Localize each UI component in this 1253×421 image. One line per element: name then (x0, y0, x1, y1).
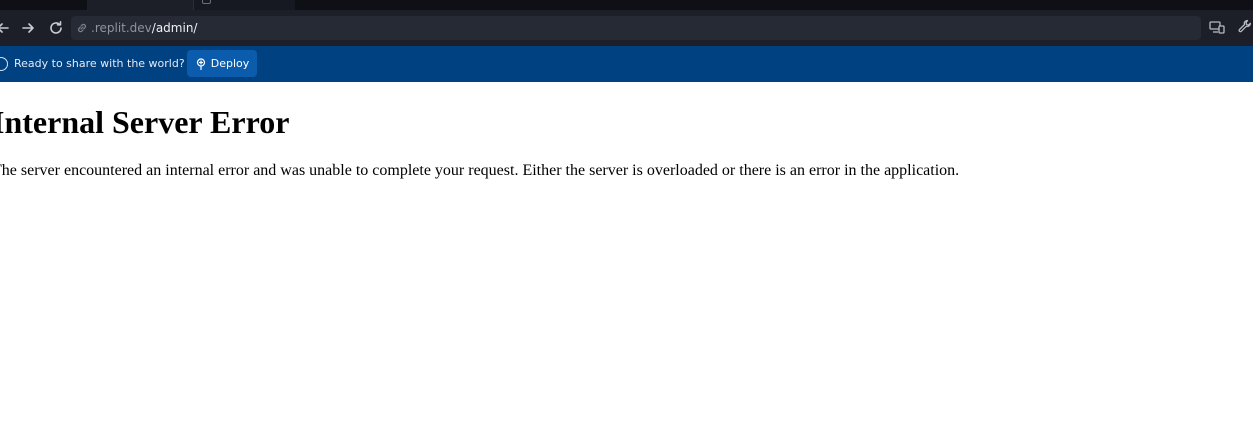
devices-button[interactable] (1208, 19, 1226, 37)
banner-message: Ready to share with the world? (14, 57, 185, 70)
devices-icon (1209, 19, 1225, 38)
forward-button[interactable] (18, 18, 38, 38)
arrow-left-icon (0, 21, 10, 35)
url-host: .replit.dev (91, 21, 152, 35)
url-path: /admin/ (151, 21, 198, 35)
browser-tab-active[interactable] (87, 0, 193, 10)
browser-toolbar: .replit.dev/admin/ (0, 10, 1253, 46)
address-bar[interactable]: .replit.dev/admin/ (71, 16, 1201, 40)
wrench-icon (1237, 18, 1253, 38)
deploy-icon (195, 57, 207, 70)
reload-icon (48, 20, 64, 36)
deploy-button[interactable]: Deploy (187, 50, 257, 77)
page-title: Internal Server Error (0, 104, 290, 140)
arrow-right-icon (21, 21, 35, 35)
url-text: .replit.dev/admin/ (91, 21, 197, 35)
reload-button[interactable] (46, 18, 66, 38)
browser-tabstrip (0, 0, 1253, 10)
error-message: The server encountered an internal error… (0, 162, 960, 179)
info-circle-icon (0, 57, 8, 71)
deploy-button-label: Deploy (210, 56, 250, 70)
deploy-banner: Ready to share with the world? Deploy (0, 46, 1253, 82)
tab-favicon-icon (202, 0, 211, 4)
link-icon (75, 21, 89, 35)
browser-tab[interactable] (193, 0, 295, 10)
devtools-button[interactable] (1236, 19, 1253, 37)
back-button[interactable] (0, 18, 13, 38)
